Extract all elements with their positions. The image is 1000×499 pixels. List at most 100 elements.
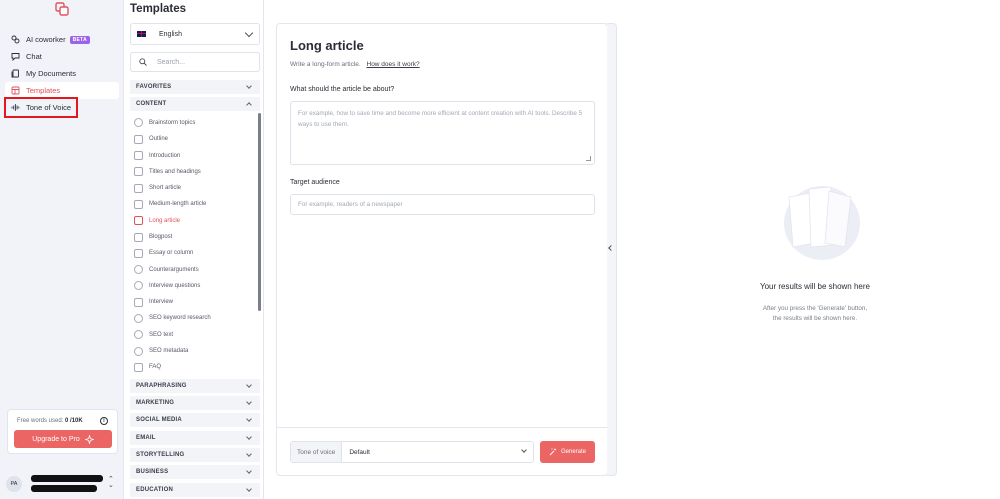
- form-footer: Tone of voice Default Generate: [277, 427, 607, 476]
- topic-textarea[interactable]: For example, how to save time and become…: [290, 101, 595, 165]
- tone-of-voice-select[interactable]: Tone of voice Default: [290, 441, 534, 463]
- template-item-seo-keyword-research[interactable]: SEO keyword research: [130, 310, 260, 326]
- category-label: STORYTELLING: [136, 452, 185, 459]
- category-marketing[interactable]: MARKETING: [130, 395, 260, 410]
- chevron-down-icon: [246, 486, 252, 492]
- left-sidebar: AI coworker BETA Chat My Documents Templ…: [0, 0, 124, 499]
- category-storytelling[interactable]: STORYTELLING: [130, 448, 260, 463]
- chevron-down-icon: [246, 433, 252, 440]
- nav-item-label: AI coworker: [26, 35, 66, 44]
- template-item-label: Blogpost: [149, 234, 173, 240]
- template-item-label: SEO text: [149, 331, 174, 338]
- template-item-label: Counterarguments: [149, 266, 199, 273]
- interview-icon: [134, 297, 143, 307]
- generate-label: Generate: [560, 449, 587, 455]
- results-subtitle: After you press the 'Generate' button, t…: [700, 304, 930, 324]
- category-label: BUSINESS: [136, 469, 169, 476]
- lightbulb-icon: [134, 118, 143, 128]
- nav-item-label: Chat: [26, 52, 42, 61]
- resize-handle-icon[interactable]: [586, 156, 591, 161]
- subtitle-text: Write a long-form article.: [290, 61, 361, 68]
- category-favorites[interactable]: FAVORITES: [130, 80, 260, 94]
- template-list: FAVORITES CONTENT Brainstorm topics Outli…: [130, 80, 260, 499]
- category-label: EDUCATION: [136, 486, 174, 493]
- template-item-interview-questions[interactable]: Interview questions: [130, 278, 260, 294]
- faq-icon: [134, 362, 143, 372]
- templates-icon: [11, 86, 20, 95]
- expand-icon[interactable]: ⌃ ⌄: [108, 476, 114, 489]
- generate-button[interactable]: Generate: [540, 441, 595, 463]
- category-label: PARAPHRASING: [136, 382, 187, 389]
- template-item-counterarguments[interactable]: Counterarguments: [130, 261, 260, 277]
- chevron-down-icon: [246, 399, 252, 405]
- template-item-seo-text[interactable]: SEO text: [130, 327, 260, 343]
- user-menu[interactable]: PA ⌃ ⌄: [6, 473, 120, 495]
- plan-card: Free words used: 0 /10K i Upgrade to Pro: [7, 409, 118, 454]
- info-icon[interactable]: i: [100, 417, 108, 425]
- template-item-introduction[interactable]: Introduction: [130, 147, 260, 163]
- nav-item-my-documents[interactable]: My Documents: [5, 65, 119, 82]
- chevron-down-icon: [244, 28, 254, 38]
- google-icon: [134, 330, 143, 340]
- chevron-left-icon: [608, 245, 614, 251]
- chevron-down-icon: [246, 451, 252, 457]
- results-line-1: After you press the 'Generate' button,: [762, 305, 868, 312]
- redacted-user-email: [31, 485, 97, 492]
- collapse-panel-handle[interactable]: [607, 23, 617, 476]
- template-item-interview[interactable]: Interview: [130, 294, 260, 310]
- template-item-long-article[interactable]: Long article: [130, 213, 260, 229]
- category-education[interactable]: EDUCATION: [130, 482, 260, 497]
- how-does-it-work-link[interactable]: How does it work?: [367, 61, 420, 68]
- template-item-titles-and-headings[interactable]: Titles and headings: [130, 164, 260, 180]
- google-icon: [134, 313, 143, 323]
- language-select[interactable]: English: [130, 23, 260, 45]
- other-categories: PARAPHRASING MARKETING SOCIAL MEDIA EMAIL ST…: [130, 378, 260, 497]
- template-item-outline[interactable]: Outline: [130, 131, 260, 147]
- target-audience-label: Target audience: [290, 179, 340, 186]
- template-item-brainstorm-topics[interactable]: Brainstorm topics: [130, 115, 260, 131]
- question-icon: [134, 281, 143, 291]
- empty-results-illustration: [784, 186, 860, 260]
- document-icon: [134, 216, 143, 226]
- search-placeholder: Search...: [157, 58, 186, 66]
- chevron-down-icon: [246, 468, 252, 475]
- template-item-medium-length-article[interactable]: Medium-length article: [130, 196, 260, 212]
- category-paraphrasing[interactable]: PARAPHRASING: [130, 378, 260, 393]
- category-content[interactable]: CONTENT: [130, 97, 260, 112]
- template-item-faq[interactable]: FAQ: [130, 359, 260, 375]
- chat-icon: [11, 52, 20, 61]
- document-icon: [134, 183, 143, 193]
- template-item-label: Interview questions: [149, 282, 201, 289]
- app-logo-icon[interactable]: [55, 2, 69, 16]
- content-items: Brainstorm topics Outline Introduction Titl…: [130, 115, 260, 376]
- words-used-label: Free words used:: [17, 418, 64, 424]
- category-label: EMAIL: [136, 434, 156, 441]
- template-item-seo-metadata[interactable]: SEO metadata: [130, 343, 260, 359]
- nav-item-chat[interactable]: Chat: [5, 48, 119, 65]
- redacted-user-name: [31, 475, 103, 482]
- blog-icon: [134, 232, 143, 242]
- topic-label: What should the article be about?: [290, 86, 395, 93]
- templates-scrollbar[interactable]: [258, 113, 261, 311]
- templates-title: Templates: [130, 3, 187, 15]
- language-value: English: [159, 30, 182, 38]
- category-email[interactable]: EMAIL: [130, 430, 260, 445]
- paragraph-icon: [134, 151, 143, 161]
- chevron-down-icon: [246, 381, 252, 388]
- template-item-label: Titles and headings: [149, 168, 201, 175]
- template-item-short-article[interactable]: Short article: [130, 180, 260, 196]
- upgrade-label: Upgrade to Pro: [32, 435, 80, 443]
- nav-item-ai-coworker[interactable]: AI coworker BETA: [5, 31, 119, 48]
- nav-item-label: My Documents: [26, 69, 77, 78]
- template-item-label: SEO metadata: [149, 348, 189, 355]
- template-search-input[interactable]: Search...: [130, 52, 260, 72]
- target-audience-input[interactable]: For example, readers of a newspaper: [290, 194, 595, 215]
- category-business[interactable]: BUSINESS: [130, 465, 260, 480]
- upgrade-to-pro-button[interactable]: Upgrade to Pro: [14, 430, 112, 448]
- template-item-essay-or-column[interactable]: Essay or column: [130, 245, 260, 261]
- chevron-up-icon: [246, 102, 252, 109]
- category-social-media[interactable]: SOCIAL MEDIA: [130, 413, 260, 428]
- template-item-label: Outline: [149, 136, 169, 143]
- tone-value: Default: [349, 448, 370, 456]
- template-item-blogpost[interactable]: Blogpost: [130, 229, 260, 245]
